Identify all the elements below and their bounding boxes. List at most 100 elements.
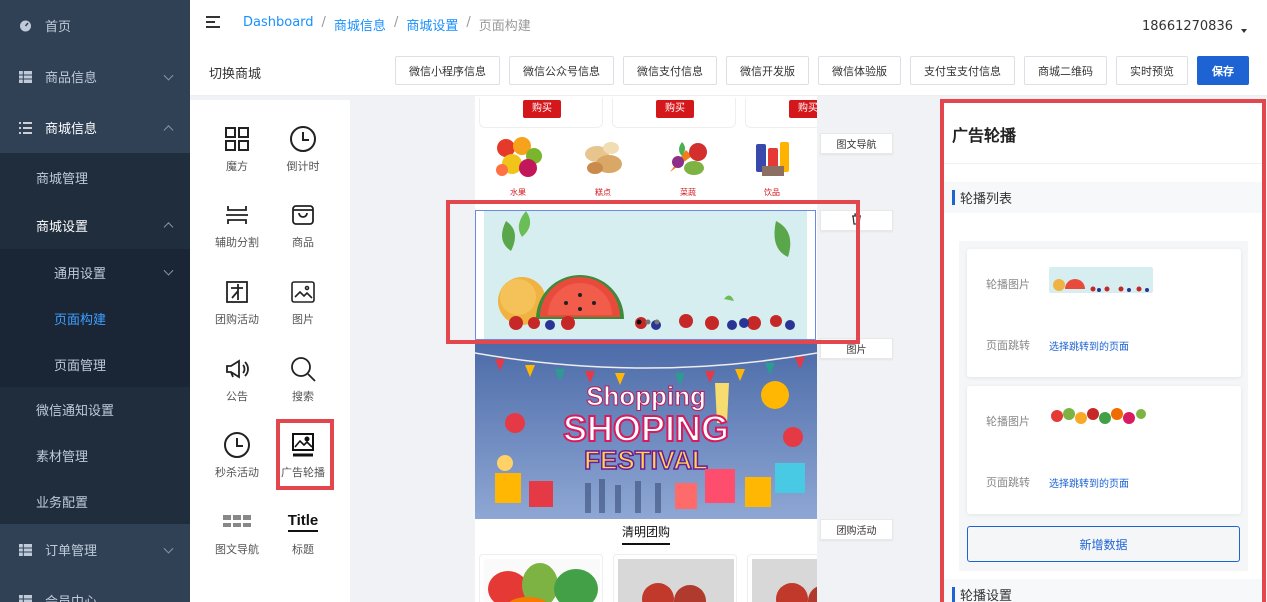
switch-mall-label[interactable]: 切换商城 bbox=[209, 63, 261, 82]
sidebar-item-home[interactable]: 首页 bbox=[0, 0, 190, 51]
component-notice[interactable]: 公告 bbox=[211, 352, 263, 404]
breadcrumb-dashboard[interactable]: Dashboard bbox=[243, 15, 314, 34]
wechat-miniprogram-info-button[interactable]: 微信小程序信息 bbox=[395, 56, 500, 85]
breadcrumb-current: 页面构建 bbox=[478, 19, 531, 34]
select-jump-page-link[interactable]: 选择跳转到的页面 bbox=[1049, 475, 1129, 490]
carousel-item: 轮播图片 页面跳转 选择跳转到的页面 bbox=[967, 386, 1241, 514]
component-ad-carousel[interactable]: 广告轮播 bbox=[277, 428, 329, 480]
sidebar-item-materials[interactable]: 素材管理 bbox=[0, 432, 190, 478]
sidebar-item-page-manage[interactable]: 页面管理 bbox=[0, 341, 190, 387]
page-preview[interactable]: 购买 购买 购买 水果 糕点 菜蔬 饮品 Shopping SHOPING FE… bbox=[475, 96, 817, 602]
sidebar-item-label: 商城设置 bbox=[36, 219, 89, 235]
sidebar-item-label: 商品信息 bbox=[45, 71, 98, 86]
carousel-image-thumb[interactable] bbox=[1049, 404, 1153, 430]
component-label: 秒杀活动 bbox=[215, 466, 259, 479]
title-icon-glyph: Title bbox=[287, 513, 319, 532]
mall-qrcode-button[interactable]: 商城二维码 bbox=[1024, 56, 1107, 85]
breadcrumb-mall-info[interactable]: 商城信息 bbox=[334, 15, 386, 34]
sidebar-item-products[interactable]: 商品信息 bbox=[0, 51, 190, 102]
sidebar-item-label: 会员中心 bbox=[45, 591, 97, 602]
component-title[interactable]: Title 标题 bbox=[277, 505, 329, 557]
breadcrumb-separator: / bbox=[321, 15, 326, 30]
sidebar-item-label: 商城信息 bbox=[45, 122, 98, 137]
sidebar-item-mall-settings[interactable]: 商城设置 bbox=[0, 201, 190, 249]
carousel-image-thumb[interactable] bbox=[1049, 267, 1153, 293]
product-card[interactable]: 购买 bbox=[479, 98, 603, 128]
product-card[interactable] bbox=[479, 554, 603, 602]
tag-image[interactable]: 图片 bbox=[820, 338, 893, 359]
page-jump-label: 页面跳转 bbox=[986, 339, 1030, 352]
component-divider[interactable]: 辅助分割 bbox=[211, 198, 263, 250]
sidebar-item-label: 商城管理 bbox=[36, 171, 89, 187]
sidebar-item-label: 页面构建 bbox=[54, 312, 107, 328]
ad-carousel-banner[interactable] bbox=[475, 210, 816, 340]
alipay-info-button[interactable]: 支付宝支付信息 bbox=[910, 56, 1015, 85]
nav-item-vegetables[interactable]: 菜蔬 bbox=[662, 132, 714, 198]
divider bbox=[943, 163, 1263, 164]
buy-button[interactable]: 购买 bbox=[656, 100, 694, 118]
component-product[interactable]: 商品 bbox=[277, 198, 329, 250]
carousel-settings-section: 轮播设置 bbox=[943, 579, 1263, 602]
component-label: 图片 bbox=[292, 313, 314, 326]
product-card[interactable] bbox=[747, 554, 817, 602]
component-image[interactable]: 图片 bbox=[277, 275, 329, 327]
sidebar-item-general-settings[interactable]: 通用设置 bbox=[0, 249, 190, 295]
grid-icon bbox=[18, 70, 32, 84]
grid-icon bbox=[18, 543, 32, 557]
product-card[interactable]: 购买 bbox=[745, 98, 817, 128]
sidebar-item-orders[interactable]: 订单管理 bbox=[0, 524, 190, 575]
sidebar-item-label: 微信通知设置 bbox=[36, 404, 115, 419]
wechat-dev-version-button[interactable]: 微信开发版 bbox=[726, 56, 809, 85]
component-flash-sale[interactable]: 秒杀活动 bbox=[211, 428, 263, 480]
buy-button[interactable]: 购买 bbox=[523, 100, 561, 118]
breadcrumb-mall-settings[interactable]: 商城设置 bbox=[406, 15, 458, 34]
component-label: 辅助分割 bbox=[215, 236, 259, 249]
sidebar-item-page-build[interactable]: 页面构建 bbox=[0, 295, 190, 341]
tag-group-buy[interactable]: 团购活动 bbox=[820, 519, 893, 540]
carousel-list-section: 轮播列表 bbox=[943, 182, 1263, 213]
component-cube[interactable]: 魔方 bbox=[211, 122, 263, 174]
chevron-up-icon bbox=[163, 124, 174, 135]
shopping-festival-banner[interactable]: Shopping SHOPING FESTIVAL bbox=[475, 343, 817, 519]
image-icon bbox=[277, 275, 329, 309]
select-jump-page-link[interactable]: 选择跳转到的页面 bbox=[1049, 338, 1129, 353]
component-group-buy[interactable]: 团购活动 bbox=[211, 275, 263, 327]
component-label: 公告 bbox=[226, 390, 248, 403]
live-preview-button[interactable]: 实时预览 bbox=[1116, 56, 1188, 85]
component-countdown[interactable]: 倒计时 bbox=[277, 122, 329, 174]
chevron-down-icon bbox=[163, 70, 174, 81]
tag-delete[interactable] bbox=[820, 210, 893, 231]
user-menu[interactable]: 18661270836 bbox=[1142, 19, 1247, 34]
nav-item-drinks[interactable]: 饮品 bbox=[746, 132, 798, 198]
product-card[interactable] bbox=[613, 554, 737, 602]
nav-item-fruit[interactable]: 水果 bbox=[492, 132, 544, 198]
sidebar-item-mall-manage[interactable]: 商城管理 bbox=[0, 153, 190, 201]
component-image-nav[interactable]: 图文导航 bbox=[211, 505, 263, 557]
sidebar-item-mall-info[interactable]: 商城信息 bbox=[0, 102, 190, 153]
banner-text-festival: FESTIVAL bbox=[584, 445, 708, 475]
toolbar: 切换商城 微信小程序信息 微信公众号信息 微信支付信息 微信开发版 微信体验版 … bbox=[190, 48, 1267, 96]
nav-icon bbox=[211, 505, 263, 539]
hamburger-icon[interactable] bbox=[206, 16, 220, 28]
product-card[interactable]: 购买 bbox=[612, 98, 736, 128]
sidebar-item-members[interactable]: 会员中心 bbox=[0, 575, 190, 602]
save-button[interactable]: 保存 bbox=[1197, 56, 1249, 85]
nav-item-pastry[interactable]: 糕点 bbox=[577, 132, 629, 198]
add-data-button[interactable]: 新增数据 bbox=[967, 526, 1240, 562]
wechat-official-account-button[interactable]: 微信公众号信息 bbox=[509, 56, 614, 85]
wechat-pay-info-button[interactable]: 微信支付信息 bbox=[623, 56, 717, 85]
toolbar-buttons: 微信小程序信息 微信公众号信息 微信支付信息 微信开发版 微信体验版 支付宝支付… bbox=[395, 56, 1249, 85]
sidebar-item-wechat-notify[interactable]: 微信通知设置 bbox=[0, 387, 190, 432]
buy-button[interactable]: 购买 bbox=[789, 100, 817, 118]
chevron-down-icon bbox=[163, 265, 174, 276]
chevron-up-icon bbox=[163, 222, 174, 233]
trash-icon[interactable] bbox=[851, 213, 862, 228]
dashboard-icon bbox=[18, 19, 32, 33]
list-icon bbox=[18, 121, 32, 135]
wechat-trial-version-button[interactable]: 微信体验版 bbox=[818, 56, 901, 85]
breadcrumb-separator: / bbox=[393, 15, 399, 30]
tag-image-nav[interactable]: 图文导航 bbox=[820, 133, 893, 154]
component-search[interactable]: 搜索 bbox=[277, 352, 329, 404]
nav-label: 水果 bbox=[510, 188, 526, 197]
sidebar-item-business-config[interactable]: 业务配置 bbox=[0, 478, 190, 524]
